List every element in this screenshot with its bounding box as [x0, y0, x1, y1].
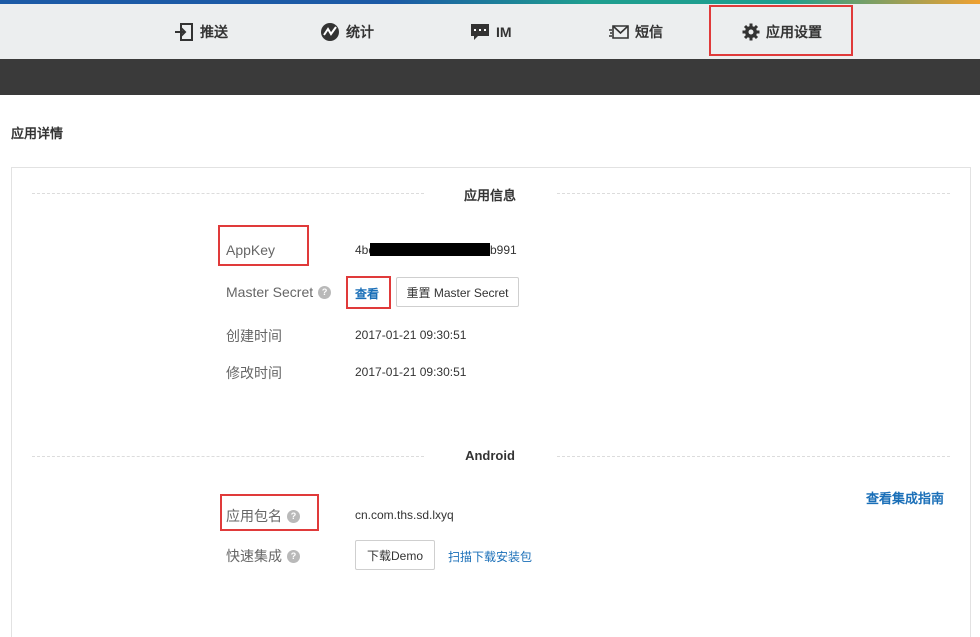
scan-download-link[interactable]: 扫描下载安装包	[448, 548, 532, 565]
nav-item-label: 统计	[346, 23, 374, 40]
stats-icon	[321, 22, 339, 41]
highlight-box-package-name	[220, 494, 319, 531]
master-secret-label-text: Master Secret	[226, 284, 314, 300]
highlight-box-view	[346, 276, 391, 309]
nav-item-label: IM	[496, 23, 512, 40]
nav-item-stats[interactable]: 统计	[320, 4, 374, 59]
reset-master-secret-label: 重置 Master Secret	[406, 285, 509, 300]
nav-item-label: 短信	[635, 23, 663, 40]
section-divider	[557, 193, 950, 194]
appkey-redaction	[370, 243, 490, 256]
section-divider	[557, 456, 950, 457]
download-demo-button[interactable]: 下载Demo	[355, 540, 435, 570]
chat-icon	[471, 23, 489, 40]
section-divider	[32, 193, 424, 194]
quick-integration-label-text: 快速集成	[226, 548, 282, 564]
package-name-value: cn.com.ths.sd.lxyq	[355, 508, 454, 522]
created-time-value: 2017-01-21 09:30:51	[355, 328, 467, 342]
app-detail-panel	[11, 167, 971, 637]
nav-item-label: 推送	[200, 23, 228, 40]
nav-item-im[interactable]: IM	[470, 4, 512, 59]
integration-guide-link[interactable]: 查看集成指南	[866, 488, 944, 507]
nav-item-push[interactable]: 推送	[174, 4, 228, 59]
sub-nav-bar	[0, 59, 980, 95]
help-icon[interactable]: ?	[318, 285, 332, 299]
highlight-box-app-settings	[709, 5, 853, 56]
master-secret-label: Master Secret ?	[226, 284, 332, 300]
created-time-label: 创建时间	[226, 328, 282, 344]
download-demo-label: 下载Demo	[366, 548, 423, 563]
sms-icon	[609, 24, 629, 39]
push-icon	[175, 22, 193, 41]
section-title-app-info: 应用信息	[463, 188, 516, 203]
appkey-suffix: b991	[490, 243, 517, 257]
section-title-android: Android	[465, 448, 515, 463]
highlight-box-appkey	[218, 225, 309, 266]
page-title: 应用详情	[11, 126, 64, 141]
quick-integration-label: 快速集成 ?	[226, 546, 300, 566]
modified-time-label: 修改时间	[226, 365, 282, 381]
section-divider	[32, 456, 424, 457]
nav-item-sms[interactable]: 短信	[609, 4, 663, 59]
help-icon[interactable]: ?	[287, 549, 300, 563]
reset-master-secret-button[interactable]: 重置 Master Secret	[396, 277, 519, 307]
modified-time-value: 2017-01-21 09:30:51	[355, 365, 467, 379]
